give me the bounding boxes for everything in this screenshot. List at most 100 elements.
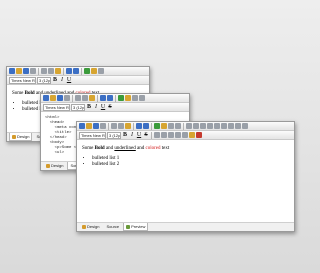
underline-button[interactable]: U [66, 77, 72, 84]
paste-icon[interactable] [125, 123, 131, 129]
toolbar-separator [133, 122, 134, 130]
link-icon[interactable] [84, 68, 90, 74]
format-toolbar: Times New Roman 3 (12pt) B I U S [77, 131, 294, 140]
font-name-select[interactable]: Times New Roman [79, 131, 106, 139]
cut-icon[interactable] [75, 95, 81, 101]
editor-window-preview: Times New Roman 3 (12pt) B I U S Some Bo… [76, 121, 295, 232]
indent-icon[interactable] [207, 123, 213, 129]
unordered-list-icon[interactable] [161, 132, 167, 138]
highlight-color-icon[interactable] [189, 132, 195, 138]
redo-icon[interactable] [73, 68, 79, 74]
mode-tabs: Design Source Preview [77, 222, 294, 231]
tab-design[interactable]: Design [9, 133, 33, 141]
text-run: and [104, 146, 115, 151]
underline-button[interactable]: U [100, 104, 106, 111]
link-icon[interactable] [154, 123, 160, 129]
text-run: text [160, 146, 170, 151]
redo-icon[interactable] [143, 123, 149, 129]
align-left-icon[interactable] [168, 132, 174, 138]
new-document-icon[interactable] [43, 95, 49, 101]
design-icon [82, 224, 86, 229]
outdent-icon[interactable] [214, 123, 220, 129]
copy-icon[interactable] [82, 95, 88, 101]
bold-button[interactable]: B [86, 104, 92, 111]
justify-icon[interactable] [242, 123, 248, 129]
italic-button[interactable]: I [93, 104, 99, 111]
image-icon[interactable] [125, 95, 131, 101]
underlined-text: underlined [114, 146, 136, 151]
align-left-icon[interactable] [221, 123, 227, 129]
new-document-icon[interactable] [79, 123, 85, 129]
paste-icon[interactable] [89, 95, 95, 101]
table-icon[interactable] [168, 123, 174, 129]
cut-icon[interactable] [41, 68, 47, 74]
align-right-icon[interactable] [235, 123, 241, 129]
save-icon[interactable] [23, 68, 29, 74]
open-folder-icon[interactable] [16, 68, 22, 74]
find-icon[interactable] [186, 123, 192, 129]
tab-source[interactable]: Source [103, 223, 122, 231]
spellcheck-icon[interactable] [193, 123, 199, 129]
font-name-select[interactable]: Times New Roman [9, 76, 36, 84]
print-icon[interactable] [100, 123, 106, 129]
align-center-icon[interactable] [228, 123, 234, 129]
hr-icon[interactable] [175, 123, 181, 129]
bold-button[interactable]: B [52, 77, 58, 84]
design-icon [12, 134, 16, 139]
redo-icon[interactable] [107, 95, 113, 101]
copy-icon[interactable] [118, 123, 124, 129]
toolbar-separator [108, 122, 109, 130]
print-icon[interactable] [30, 68, 36, 74]
table-icon[interactable] [132, 95, 138, 101]
font-color-icon[interactable] [196, 132, 202, 138]
undo-icon[interactable] [136, 123, 142, 129]
new-document-icon[interactable] [9, 68, 15, 74]
tab-label: Design [17, 134, 30, 139]
save-icon[interactable] [57, 95, 63, 101]
toolbar-separator [115, 94, 116, 102]
toolbar-separator [151, 122, 152, 130]
hr-icon[interactable] [139, 95, 145, 101]
align-right-icon[interactable] [182, 132, 188, 138]
align-center-icon[interactable] [175, 132, 181, 138]
bold-text: Bold [94, 146, 105, 151]
font-size-select[interactable]: 3 (12pt) [107, 131, 121, 139]
toolbar-separator [151, 131, 152, 139]
tab-preview[interactable]: Preview [123, 223, 149, 231]
italic-button[interactable]: I [59, 77, 65, 84]
bold-button[interactable]: B [122, 132, 128, 139]
font-size-select[interactable]: 3 (12pt) [37, 76, 51, 84]
tab-label: Design [51, 163, 64, 168]
cut-icon[interactable] [111, 123, 117, 129]
paste-icon[interactable] [55, 68, 61, 74]
strike-button[interactable]: S [107, 104, 113, 111]
bullet-list: bulleted list 1 bulleted list 2 [82, 156, 289, 168]
preview-content: Some Bold and underlined and colored tex… [77, 141, 294, 222]
undo-icon[interactable] [100, 95, 106, 101]
open-folder-icon[interactable] [86, 123, 92, 129]
font-size-select[interactable]: 3 (12pt) [71, 103, 85, 111]
underline-button[interactable]: U [136, 132, 142, 139]
toolbar-separator [38, 67, 39, 75]
image-icon[interactable] [161, 123, 167, 129]
italic-button[interactable]: I [129, 132, 135, 139]
text-run: and [135, 146, 146, 151]
print-icon[interactable] [64, 95, 70, 101]
toolbar-separator [72, 94, 73, 102]
image-icon[interactable] [91, 68, 97, 74]
font-name-select[interactable]: Times New Roman [43, 103, 70, 111]
copy-icon[interactable] [48, 68, 54, 74]
special-char-icon[interactable] [200, 123, 206, 129]
main-toolbar [7, 67, 149, 76]
link-icon[interactable] [118, 95, 124, 101]
strike-button[interactable]: S [143, 132, 149, 139]
undo-icon[interactable] [66, 68, 72, 74]
ordered-list-icon[interactable] [154, 132, 160, 138]
design-icon [46, 163, 50, 168]
table-icon[interactable] [98, 68, 104, 74]
tab-design[interactable]: Design [43, 162, 66, 170]
open-folder-icon[interactable] [50, 95, 56, 101]
save-icon[interactable] [93, 123, 99, 129]
tab-design[interactable]: Design [79, 223, 102, 231]
toolbar-separator [63, 67, 64, 75]
